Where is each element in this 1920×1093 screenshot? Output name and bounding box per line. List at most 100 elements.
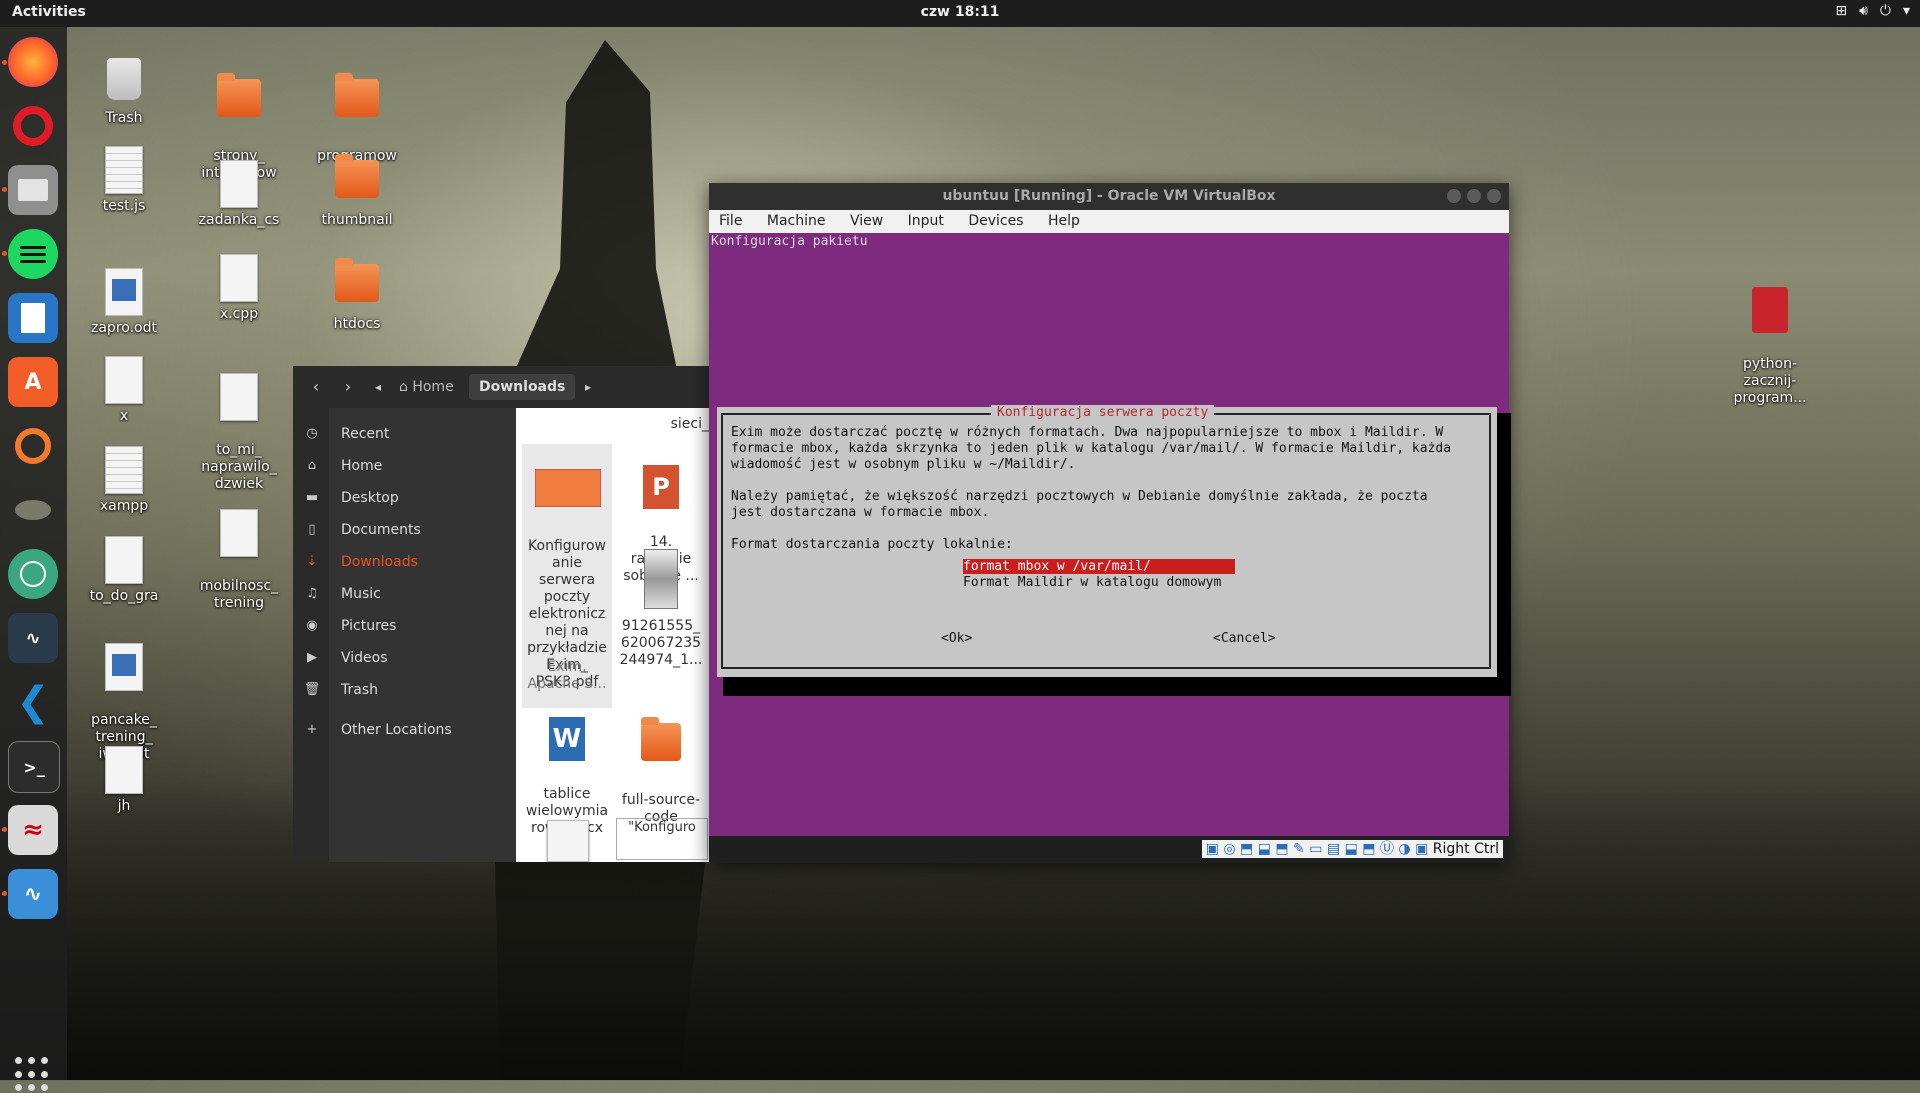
vm-screen[interactable]: Konfiguracja pakietu Konfiguracja serwer… (709, 233, 1511, 836)
close-button[interactable] (1487, 189, 1501, 203)
menu-file[interactable]: File (719, 213, 742, 229)
file-icon (105, 746, 143, 794)
breadcrumb-home[interactable]: ⌂ Home (389, 374, 464, 400)
desktop-icon-file[interactable]: jh (74, 746, 174, 815)
file-item-label: "Konfiguro (628, 820, 696, 835)
maximize-button[interactable] (1467, 189, 1481, 203)
file-icon (105, 446, 143, 494)
sidebar-item-desktop[interactable]: ▬ Desktop (293, 482, 516, 514)
vm-status-bar: ▣ ◎ ⬒ ⬓ ⬒ ✎ ▭ ▤ ⬓ ⬒ Ⓤ ◑ ▣ Right Ctrl (709, 836, 1509, 863)
powerpoint-icon: P (643, 465, 679, 509)
forward-button[interactable]: › (335, 374, 361, 400)
breadcrumb-downloads[interactable]: Downloads (469, 374, 576, 400)
desktop-icon-pdf[interactable]: python- zacznij- program... (1720, 270, 1820, 424)
desktop-icon-label: jh (117, 798, 131, 814)
desktop-icon: ▬ (305, 490, 319, 505)
system-tray[interactable]: ⊞ 🔊︎ ⏻ ▾ (1835, 3, 1910, 19)
option-mbox[interactable]: format mbox w /var/mail/ (963, 559, 1235, 574)
back-button[interactable]: ‹ (303, 374, 329, 400)
menu-devices[interactable]: Devices (968, 213, 1023, 229)
places-sidebar: ◷ Recent ⌂ Home ▬ Desktop ▯ Documents ⇣ Downl… (293, 408, 516, 862)
menu-machine[interactable]: Machine (767, 213, 826, 229)
word-icon: W (549, 717, 585, 761)
desktop-icon-file[interactable]: test.js (74, 146, 174, 215)
image-thumbnail-icon (644, 549, 678, 609)
file-item-doc[interactable] (522, 816, 612, 862)
sidebar-item-recent[interactable]: ◷ Recent (293, 418, 516, 450)
desktop-icon-folder[interactable]: htdocs (307, 254, 407, 333)
file-icon (220, 373, 258, 421)
sidebar-item-other-locations[interactable]: + Other Locations (293, 714, 516, 746)
running-indicator (2, 251, 7, 256)
desktop-icon-file[interactable]: mobilnosc_ trening (189, 492, 289, 629)
breadcrumb-right-arrow[interactable]: ▸ (575, 374, 601, 400)
minimize-button[interactable] (1447, 189, 1461, 203)
desktop-icon-file[interactable]: x.cpp (189, 254, 289, 323)
ok-button[interactable]: <Ok> (941, 631, 972, 646)
menu-input[interactable]: Input (908, 213, 944, 229)
clock[interactable]: czw 18:11 (0, 4, 1920, 20)
host-key-label: Right Ctrl (1432, 841, 1499, 857)
files-icon[interactable] (8, 165, 58, 215)
breadcrumb-left-arrow[interactable]: ◂ (365, 374, 391, 400)
desktop-icon-label: mobilnosc_ trening (199, 578, 279, 611)
window-titlebar[interactable]: ubuntuu [Running] - Oracle VM VirtualBox (709, 183, 1509, 210)
show-applications-button[interactable] (15, 1057, 51, 1093)
blender-icon[interactable] (8, 421, 58, 471)
network-icon[interactable]: ⊞ (1835, 3, 1847, 19)
desktop-icon-file[interactable]: xampp (74, 446, 174, 515)
atom-icon[interactable] (8, 549, 58, 599)
sidebar-item-music[interactable]: ♫ Music (293, 578, 516, 610)
firefox-icon[interactable] (8, 37, 58, 87)
desktop-icon-file[interactable]: to_do_gra (74, 536, 174, 605)
sidebar-item-label: Trash (341, 682, 378, 698)
odt-icon (105, 643, 143, 691)
monitor-app-icon[interactable]: ∿ (8, 869, 58, 919)
breadcrumb-home-label: Home (412, 379, 454, 395)
sidebar-item-downloads[interactable]: ⇣ Downloads (293, 546, 516, 578)
file-item-label: Exim, Apache S... (527, 659, 607, 692)
dialog-text: Exim może dostarczać pocztę w różnych fo… (731, 425, 1452, 552)
desktop-icon-label: zapro.odt (91, 320, 157, 336)
sidebar-item-videos[interactable]: ▶ Videos (293, 642, 516, 674)
volume-icon[interactable]: 🔊︎ (1859, 3, 1868, 19)
menu-help[interactable]: Help (1048, 213, 1080, 229)
top-bar: Activities czw 18:11 ⊞ 🔊︎ ⏻ ▾ (0, 0, 1920, 27)
sidebar-item-label: Pictures (341, 618, 397, 634)
software-center-icon[interactable]: A (8, 357, 58, 407)
power-icon[interactable]: ⏻ (1880, 3, 1891, 19)
cpp-file-icon (220, 254, 258, 302)
sidebar-item-documents[interactable]: ▯ Documents (293, 514, 516, 546)
sidebar-item-label: Desktop (341, 490, 399, 506)
desktop-icon-file[interactable]: x (74, 356, 174, 425)
writer-icon[interactable] (8, 293, 58, 343)
file-item-image[interactable]: 91261555_ 620067235 244974_1... (616, 528, 706, 686)
cancel-button[interactable]: <Cancel> (1213, 631, 1276, 646)
gimp-icon[interactable] (8, 485, 58, 535)
spotify-icon[interactable] (8, 229, 58, 279)
status-icons: ▣ ◎ ⬒ ⬓ ⬒ ✎ ▭ ▤ ⬓ ⬒ Ⓤ ◑ ▣ Right Ctrl (1201, 840, 1503, 858)
desktop-icon-label: Trash (105, 110, 143, 126)
desktop-icon-file[interactable]: zadanka_cs (189, 160, 289, 229)
desktop-icon-trash[interactable]: Trash (74, 58, 174, 127)
sidebar-item-label: Videos (341, 650, 388, 666)
vscode-icon[interactable]: ❮ (8, 677, 58, 727)
desktop-icon-folder[interactable]: thumbnail (307, 150, 407, 229)
chevron-down-icon[interactable]: ▾ (1903, 3, 1910, 19)
sidebar-item-trash[interactable]: 🗑︎ Trash (293, 674, 516, 706)
plus-icon: + (306, 722, 318, 737)
system-monitor-icon[interactable]: ∿ (8, 613, 58, 663)
file-icon (220, 509, 258, 557)
home-icon: ⌂ (399, 379, 413, 395)
menu-view[interactable]: View (850, 213, 883, 229)
sidebar-item-home[interactable]: ⌂ Home (293, 450, 516, 482)
file-item-doc-partial[interactable]: "Konfiguro (616, 818, 708, 860)
sidebar-item-pictures[interactable]: ◉ Pictures (293, 610, 516, 642)
option-maildir[interactable]: Format Maildir w katalogu domowym (963, 575, 1235, 590)
device-icons[interactable]: ▣ ◎ ⬒ ⬓ ⬒ ✎ ▭ ▤ ⬓ ⬒ Ⓤ ◑ ▣ (1206, 841, 1433, 857)
desktop-icon-file[interactable]: to_mi_ naprawilo_ dzwiek (189, 356, 289, 510)
pdf-reader-icon[interactable]: ≈ (8, 805, 58, 855)
terminal-icon[interactable]: >_ (8, 741, 60, 793)
opera-icon[interactable] (8, 101, 58, 151)
desktop-icon-file[interactable]: zapro.odt (74, 268, 174, 337)
